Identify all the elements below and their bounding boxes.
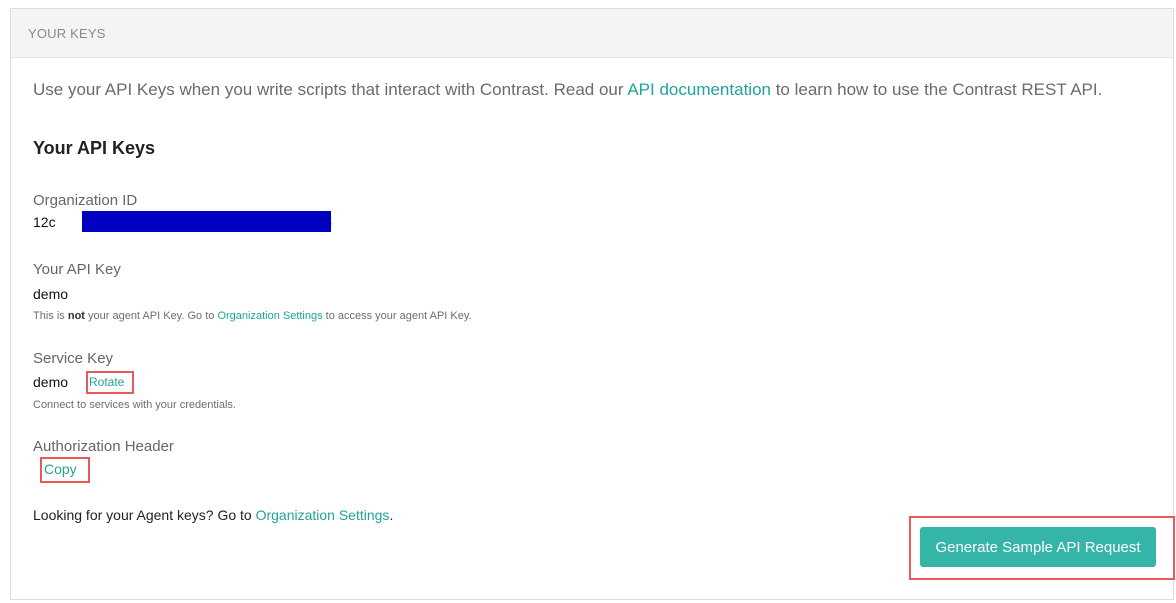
section-title: Your API Keys bbox=[33, 138, 156, 158]
service-key-value: demo bbox=[33, 374, 69, 390]
api-key-hint-after: to access your agent API Key. bbox=[322, 310, 472, 322]
agent-keys-text-suffix: . bbox=[389, 507, 394, 523]
rotate-button[interactable]: Rotate bbox=[89, 375, 124, 389]
service-key-label: Service Key bbox=[33, 350, 114, 367]
agent-keys-text: Looking for your Agent keys? Go to Organ… bbox=[33, 507, 393, 523]
organization-id-label: Organization ID bbox=[33, 192, 138, 209]
organization-id-prefix: 12c bbox=[33, 214, 56, 230]
api-documentation-link[interactable]: API documentation bbox=[627, 80, 771, 99]
intro-text: Use your API Keys when you write scripts… bbox=[33, 80, 1102, 100]
redaction-block bbox=[82, 211, 331, 232]
service-key-hint: Connect to services with your credential… bbox=[33, 399, 236, 411]
api-key-hint-before: This is bbox=[33, 310, 68, 322]
api-key-value: demo bbox=[33, 286, 69, 302]
copy-button[interactable]: Copy bbox=[44, 461, 77, 477]
api-key-hint: This is not your agent API Key. Go to Or… bbox=[33, 310, 472, 322]
generate-sample-api-request-button[interactable]: Generate Sample API Request bbox=[920, 527, 1156, 567]
api-key-hint-middle: your agent API Key. Go to bbox=[84, 310, 218, 322]
intro-text-after: to learn how to use the Contrast REST AP… bbox=[770, 80, 1103, 99]
authorization-header-label: Authorization Header bbox=[33, 438, 174, 455]
agent-keys-text-before: Looking for your Agent keys? Go to bbox=[33, 507, 256, 523]
intro-text-before: Use your API Keys when you write scripts… bbox=[33, 80, 628, 99]
panel-title: YOUR KEYS bbox=[28, 25, 106, 41]
organization-settings-link-hint[interactable]: Organization Settings bbox=[217, 310, 322, 322]
organization-settings-link[interactable]: Organization Settings bbox=[256, 507, 390, 523]
api-key-hint-bold: not bbox=[67, 310, 85, 322]
panel-header: YOUR KEYS bbox=[11, 9, 1173, 58]
api-key-label: Your API Key bbox=[33, 261, 121, 278]
